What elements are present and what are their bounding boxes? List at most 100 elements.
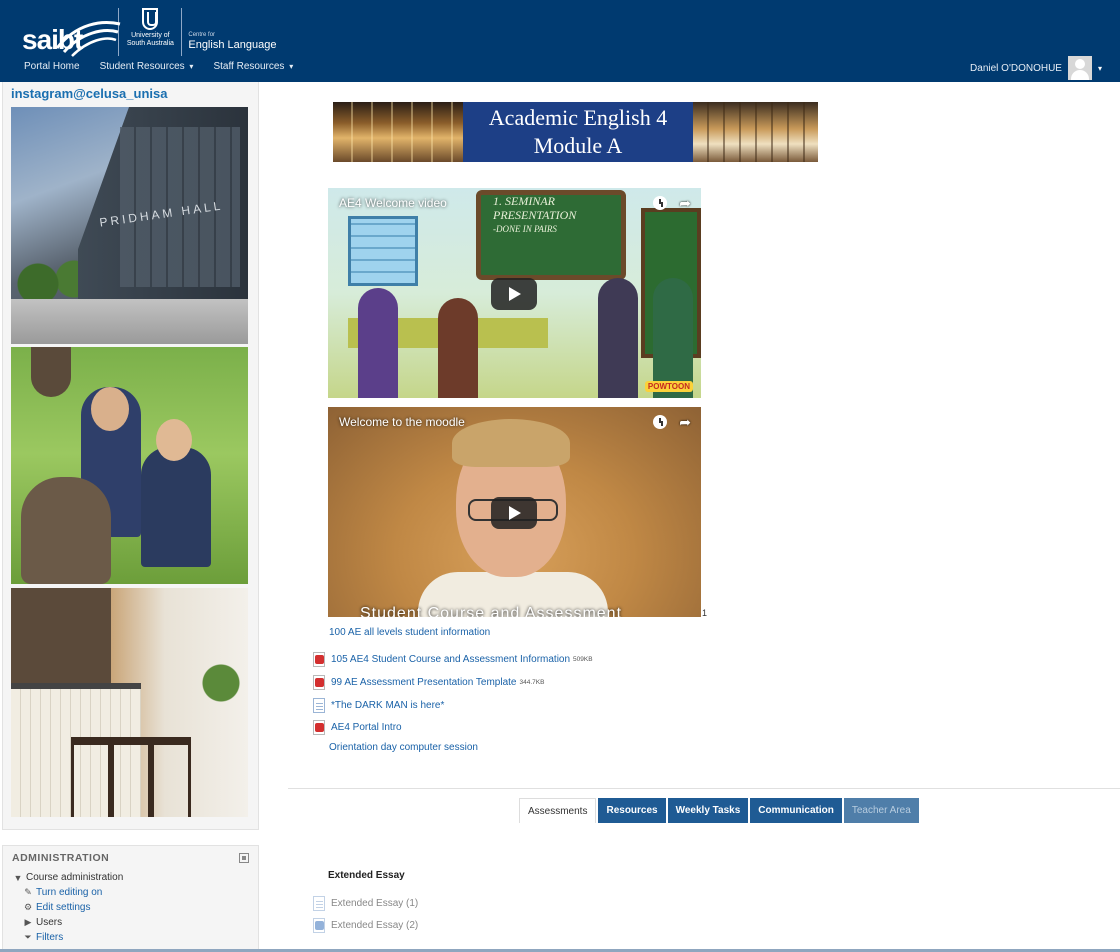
tab-communication[interactable]: Communication [750, 798, 842, 823]
share-icon[interactable]: ➦ [679, 415, 691, 429]
powtoon-logo: POWTOON [644, 381, 693, 392]
instagram-title[interactable]: instagram@celusa_unisa [11, 86, 167, 101]
course-banner: Academic English 4 Module A [333, 102, 818, 162]
tab-assessments[interactable]: Assessments [519, 798, 597, 823]
video-character [358, 288, 398, 398]
caret-down-icon: ▾ [289, 62, 294, 71]
board-line: -DONE IN PAIRS [493, 224, 557, 234]
triangle-right-icon: ▶ [24, 917, 32, 927]
resource-portal-intro[interactable]: AE4 Portal Intro [313, 720, 402, 735]
board-line: 1. SEMINAR [493, 194, 555, 208]
instagram-photo-cafe[interactable] [11, 588, 248, 817]
resource-course-assessment-info[interactable]: 105 AE4 Student Course and Assessment In… [313, 652, 593, 667]
avatar [1067, 56, 1092, 80]
tree-course-administration[interactable]: ▼ Course administration [12, 872, 124, 883]
gear-icon: ⚙ [23, 902, 33, 912]
photo-stool [71, 737, 111, 817]
tab-teacher-area[interactable]: Teacher Area [843, 798, 919, 823]
dock-block-icon[interactable] [239, 853, 249, 863]
photo-stool [111, 737, 151, 817]
site-logo[interactable]: saibt University of South Australia Cent… [22, 8, 276, 57]
watch-later-icon[interactable] [653, 415, 668, 429]
board-line: PRESENTATION [493, 208, 577, 222]
photo-tree [31, 347, 71, 397]
cel-logo: Centre for English Language [188, 32, 276, 51]
extended-essay-1[interactable]: Extended Essay (1) [313, 896, 418, 911]
nav-label: Portal Home [24, 61, 80, 72]
video-player-moodle[interactable]: Student Course and Assessment Welcome to… [328, 407, 701, 617]
unisa-crest-icon [142, 8, 159, 30]
tree-users[interactable]: ▶ Users [22, 917, 63, 928]
triangle-down-icon: ▼ [13, 872, 23, 883]
resource-link: 99 AE Assessment Presentation Template [331, 677, 517, 688]
link-student-information[interactable]: 100 AE all levels student information [329, 627, 490, 638]
link-orientation-session[interactable]: Orientation day computer session [329, 742, 478, 753]
caret-down-icon: ▾ [1097, 63, 1102, 73]
banner-photo-right [693, 102, 818, 162]
top-navigation: Portal Home Student Resources ▾ Staff Re… [24, 61, 313, 72]
instagram-photo-kangaroo[interactable] [11, 347, 248, 584]
saibt-logo: saibt [22, 21, 121, 57]
resource-link: *The DARK MAN is here* [331, 700, 445, 711]
video-character [598, 278, 638, 398]
tree-label: Turn editing on [36, 887, 103, 898]
video-actions: ➦ [653, 196, 691, 210]
video-title[interactable]: Welcome to the moodle [339, 415, 465, 429]
tree-label: Filters [36, 932, 64, 943]
tab-weekly-tasks[interactable]: Weekly Tasks [667, 798, 749, 823]
section-title: Extended Essay [328, 870, 405, 881]
share-icon[interactable]: ➦ [679, 196, 691, 210]
nav-portal-home[interactable]: Portal Home [24, 61, 80, 72]
instagram-block: instagram@celusa_unisa PRIDHAM HALL [2, 82, 259, 830]
stray-text: 1 [702, 608, 708, 618]
resource-link: AE4 Portal Intro [331, 722, 402, 733]
tree-turn-editing-on[interactable]: ✎ Turn editing on [22, 887, 102, 898]
nav-label: Staff Resources [213, 61, 285, 72]
video-character [438, 298, 478, 398]
photo-kangaroo [21, 477, 111, 584]
video-person-hair [452, 419, 570, 467]
resource-link: Extended Essay (2) [331, 920, 419, 931]
photo-ground [11, 299, 248, 344]
photo-plant [201, 658, 241, 708]
banner-title: Academic English 4 Module A [463, 104, 693, 160]
logo-divider [181, 8, 183, 56]
cel-logo-small: Centre for [188, 32, 216, 38]
resource-link: Extended Essay (1) [331, 898, 419, 909]
saibt-swoosh-icon [55, 21, 121, 57]
resource-presentation-template[interactable]: 99 AE Assessment Presentation Template 3… [313, 675, 544, 690]
user-name: Daniel O'DONOHUE [970, 62, 1062, 74]
resource-link: 105 AE4 Student Course and Assessment In… [331, 654, 571, 665]
tree-filters[interactable]: ⏷ Filters [22, 932, 63, 943]
administration-block: ADMINISTRATION ▼ Course administration ✎… [2, 845, 259, 952]
file-size: 509KB [573, 656, 593, 663]
nav-staff-resources[interactable]: Staff Resources ▾ [213, 61, 293, 72]
video-actions: ➦ [653, 415, 691, 429]
banner-photo-left [333, 102, 463, 162]
watch-later-icon[interactable] [653, 196, 668, 210]
tree-edit-settings[interactable]: ⚙ Edit settings [22, 902, 91, 913]
user-menu[interactable]: Daniel O'DONOHUE ▾ [970, 56, 1102, 80]
pdf-icon [313, 652, 325, 667]
video-title[interactable]: AE4 Welcome video [339, 196, 447, 210]
photo-stool [151, 737, 191, 817]
site-header: saibt University of South Australia Cent… [0, 0, 1120, 82]
instagram-photo-building[interactable]: PRIDHAM HALL [11, 107, 248, 344]
file-size: 344.7KB [519, 679, 545, 686]
tree-label: Course administration [26, 872, 124, 883]
photo-face [91, 387, 129, 431]
video-caption: Student Course and Assessment [360, 605, 623, 617]
play-button[interactable] [491, 278, 537, 310]
pdf-icon [313, 720, 325, 735]
document-icon [313, 896, 325, 911]
extended-essay-2[interactable]: Extended Essay (2) [313, 918, 418, 933]
video-player-welcome[interactable]: 1. SEMINAR PRESENTATION -DONE IN PAIRS P… [328, 188, 701, 398]
nav-student-resources[interactable]: Student Resources ▾ [100, 61, 194, 72]
resource-dark-man[interactable]: *The DARK MAN is here* [313, 698, 444, 713]
play-button[interactable] [491, 497, 537, 529]
tab-resources[interactable]: Resources [598, 798, 666, 823]
caret-down-icon: ▾ [189, 62, 194, 71]
unisa-logo: University of South Australia [125, 8, 175, 48]
video-window [348, 216, 418, 286]
word-icon [313, 918, 325, 933]
